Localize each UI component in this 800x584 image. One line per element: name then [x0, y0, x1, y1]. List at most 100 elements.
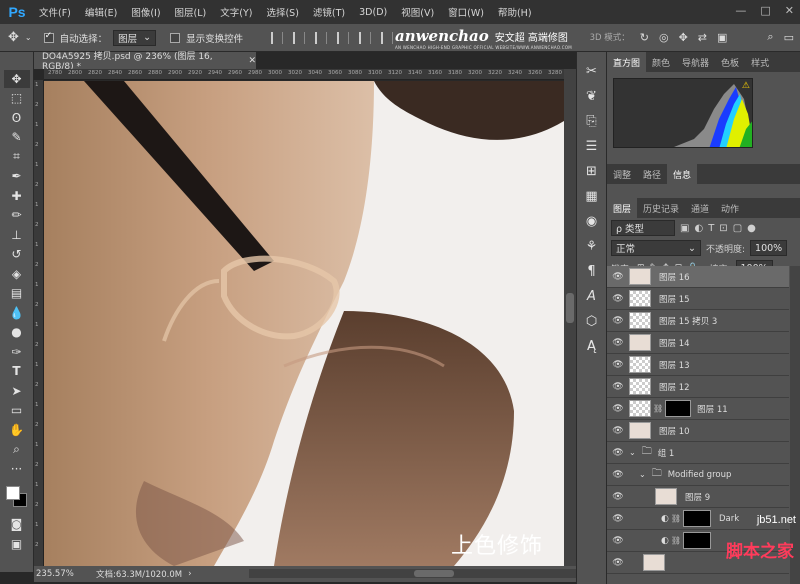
filter-type-icon[interactable]: T — [708, 223, 714, 234]
menu-layer[interactable]: 图层(L) — [168, 5, 214, 19]
align-bottom-icon[interactable] — [315, 31, 328, 44]
zoom-level[interactable]: 235.57% — [34, 569, 96, 579]
paragraph-styles-icon[interactable]: ⊞ — [581, 162, 603, 180]
healing-brush-tool-icon[interactable]: ✚ — [4, 187, 30, 205]
blur-tool-icon[interactable]: 💧 — [4, 304, 30, 322]
3d-rotate-icon[interactable]: ↻ — [640, 31, 649, 44]
menu-filter[interactable]: 滤镜(T) — [306, 5, 352, 19]
layer-filter-dropdown[interactable]: ρ 类型 — [611, 220, 675, 236]
align-top-icon[interactable] — [271, 31, 284, 44]
layer-mask-thumbnail[interactable] — [665, 400, 692, 417]
adjustments-icon[interactable]: ⚘ — [581, 237, 603, 255]
screen-mode-icon[interactable]: ▣ — [4, 535, 30, 553]
eye-icon[interactable]: 👁 — [607, 272, 629, 282]
group-row[interactable]: 👁 ⌄ 🗀 组 1 — [607, 442, 789, 464]
menu-window[interactable]: 窗口(W) — [441, 5, 491, 19]
eye-icon[interactable]: 👁 — [607, 426, 629, 436]
properties-icon[interactable]: ☰ — [581, 137, 603, 155]
layer-row[interactable]: 👁 ⛓ 图层 11 — [607, 398, 789, 420]
filter-image-icon[interactable]: ▣ — [680, 223, 689, 234]
channels-icon[interactable]: ◉ — [581, 212, 603, 230]
menu-type[interactable]: 文字(Y) — [213, 5, 259, 19]
tools-options-icon[interactable]: ✂ — [581, 62, 603, 80]
eraser-tool-icon[interactable]: ◈ — [4, 265, 30, 283]
menu-view[interactable]: 视图(V) — [394, 5, 441, 19]
eye-icon[interactable]: 👁 — [607, 558, 629, 568]
libraries-icon[interactable]: ▦ — [581, 187, 603, 205]
auto-select-dropdown[interactable]: 图层 ⌄ — [113, 29, 157, 46]
menu-help[interactable]: 帮助(H) — [491, 5, 539, 19]
foreground-color[interactable] — [5, 485, 20, 500]
lasso-tool-icon[interactable]: ʘ — [4, 109, 30, 127]
filter-shape-icon[interactable]: ⊡ — [719, 223, 727, 234]
blend-mode-dropdown[interactable]: 正常 ⌄ — [611, 240, 701, 256]
hand-tool-icon[interactable]: ✋ — [4, 421, 30, 439]
eye-icon[interactable]: 👁 — [607, 536, 629, 546]
layer-row[interactable]: 👁 图层 13 — [607, 354, 789, 376]
chevron-right-icon[interactable]: › — [188, 569, 191, 579]
search-icon[interactable]: ⌕ — [767, 30, 773, 44]
eye-icon[interactable]: 👁 — [607, 338, 629, 348]
close-icon[interactable]: ✕ — [248, 56, 256, 66]
show-transform-checkbox[interactable] — [170, 32, 181, 43]
paragraph-icon[interactable]: ¶ — [581, 262, 603, 280]
chevron-down-icon[interactable]: ⌄ — [629, 448, 636, 457]
3d-icon[interactable]: ⬡ — [581, 312, 603, 330]
path-selection-tool-icon[interactable]: ➤ — [4, 382, 30, 400]
document-canvas[interactable] — [44, 81, 564, 566]
layer-row[interactable]: 👁 图层 9 — [607, 486, 789, 508]
filter-toggle-icon[interactable]: ● — [747, 223, 756, 234]
link-icon[interactable]: ⛓ — [653, 404, 663, 413]
warning-icon[interactable]: ⚠ — [742, 81, 750, 91]
align-left-icon[interactable] — [337, 31, 350, 44]
menu-file[interactable]: 文件(F) — [32, 5, 78, 19]
history-brush-tool-icon[interactable]: ↺ — [4, 246, 30, 264]
horizontal-scroll-thumb[interactable] — [414, 570, 454, 577]
canvas-vertical-scrollbar[interactable] — [564, 69, 576, 566]
layer-row[interactable]: 👁 图层 15 拷贝 3 — [607, 310, 789, 332]
filter-smart-object-icon[interactable]: ▢ — [733, 223, 742, 234]
layer-row[interactable]: 👁 图层 12 — [607, 376, 789, 398]
layer-row[interactable]: 👁 图层 14 — [607, 332, 789, 354]
eye-icon[interactable]: 👁 — [607, 470, 629, 480]
canvas-horizontal-scrollbar[interactable] — [249, 569, 576, 578]
menu-edit[interactable]: 编辑(E) — [78, 5, 124, 19]
quick-select-tool-icon[interactable]: ✎ — [4, 129, 30, 147]
3d-scale-icon[interactable]: ▣ — [717, 31, 727, 44]
eye-icon[interactable]: 👁 — [607, 360, 629, 370]
group-row[interactable]: 👁 ⌄ 🗀 Modified group — [607, 464, 789, 486]
align-center-icon[interactable] — [359, 31, 372, 44]
dodge-tool-icon[interactable]: ● — [4, 324, 30, 342]
workspace-icon[interactable]: ▭ — [784, 31, 794, 44]
marquee-tool-icon[interactable]: ⬚ — [4, 90, 30, 108]
quick-mask-icon[interactable]: ◙ — [4, 516, 30, 534]
eye-icon[interactable]: 👁 — [607, 404, 629, 414]
vertical-scroll-thumb[interactable] — [566, 293, 574, 323]
eye-icon[interactable]: 👁 — [607, 382, 629, 392]
clone-stamp-tool-icon[interactable]: ⊥ — [4, 226, 30, 244]
pen-tool-icon[interactable]: ✑ — [4, 343, 30, 361]
zoom-tool-icon[interactable]: ⌕ — [4, 441, 30, 459]
close-button[interactable]: ✕ — [785, 4, 794, 17]
align-middle-icon[interactable] — [293, 31, 306, 44]
eye-icon[interactable]: 👁 — [607, 492, 629, 502]
align-right-icon[interactable] — [381, 31, 394, 44]
shape-tool-icon[interactable]: ▭ — [4, 402, 30, 420]
3d-pan-icon[interactable]: ✥ — [679, 31, 688, 44]
move-tool-icon[interactable]: ✥ — [3, 70, 30, 88]
tab-swatches[interactable]: 色板 — [715, 52, 745, 72]
opacity-input[interactable]: 100% — [750, 240, 788, 256]
tab-histogram[interactable]: 直方图 — [607, 52, 647, 72]
minimize-button[interactable]: — — [735, 4, 746, 17]
auto-select-checkbox[interactable] — [43, 31, 54, 43]
menu-select[interactable]: 选择(S) — [259, 5, 305, 19]
glyphs-icon[interactable]: Ą — [581, 337, 603, 355]
character-icon[interactable]: A — [581, 287, 603, 305]
tab-paths[interactable]: 路径 — [637, 164, 667, 184]
gradient-tool-icon[interactable]: ▤ — [4, 285, 30, 303]
tab-styles[interactable]: 样式 — [745, 52, 775, 72]
document-tab[interactable]: DO4A5925 拷贝.psd @ 236% (图层 16, RGB/8) * … — [34, 52, 256, 72]
move-tool-icon[interactable]: ✥ — [8, 30, 19, 45]
chevron-down-icon[interactable]: ⌄ — [25, 33, 32, 42]
type-tool-icon[interactable]: T — [4, 363, 30, 381]
